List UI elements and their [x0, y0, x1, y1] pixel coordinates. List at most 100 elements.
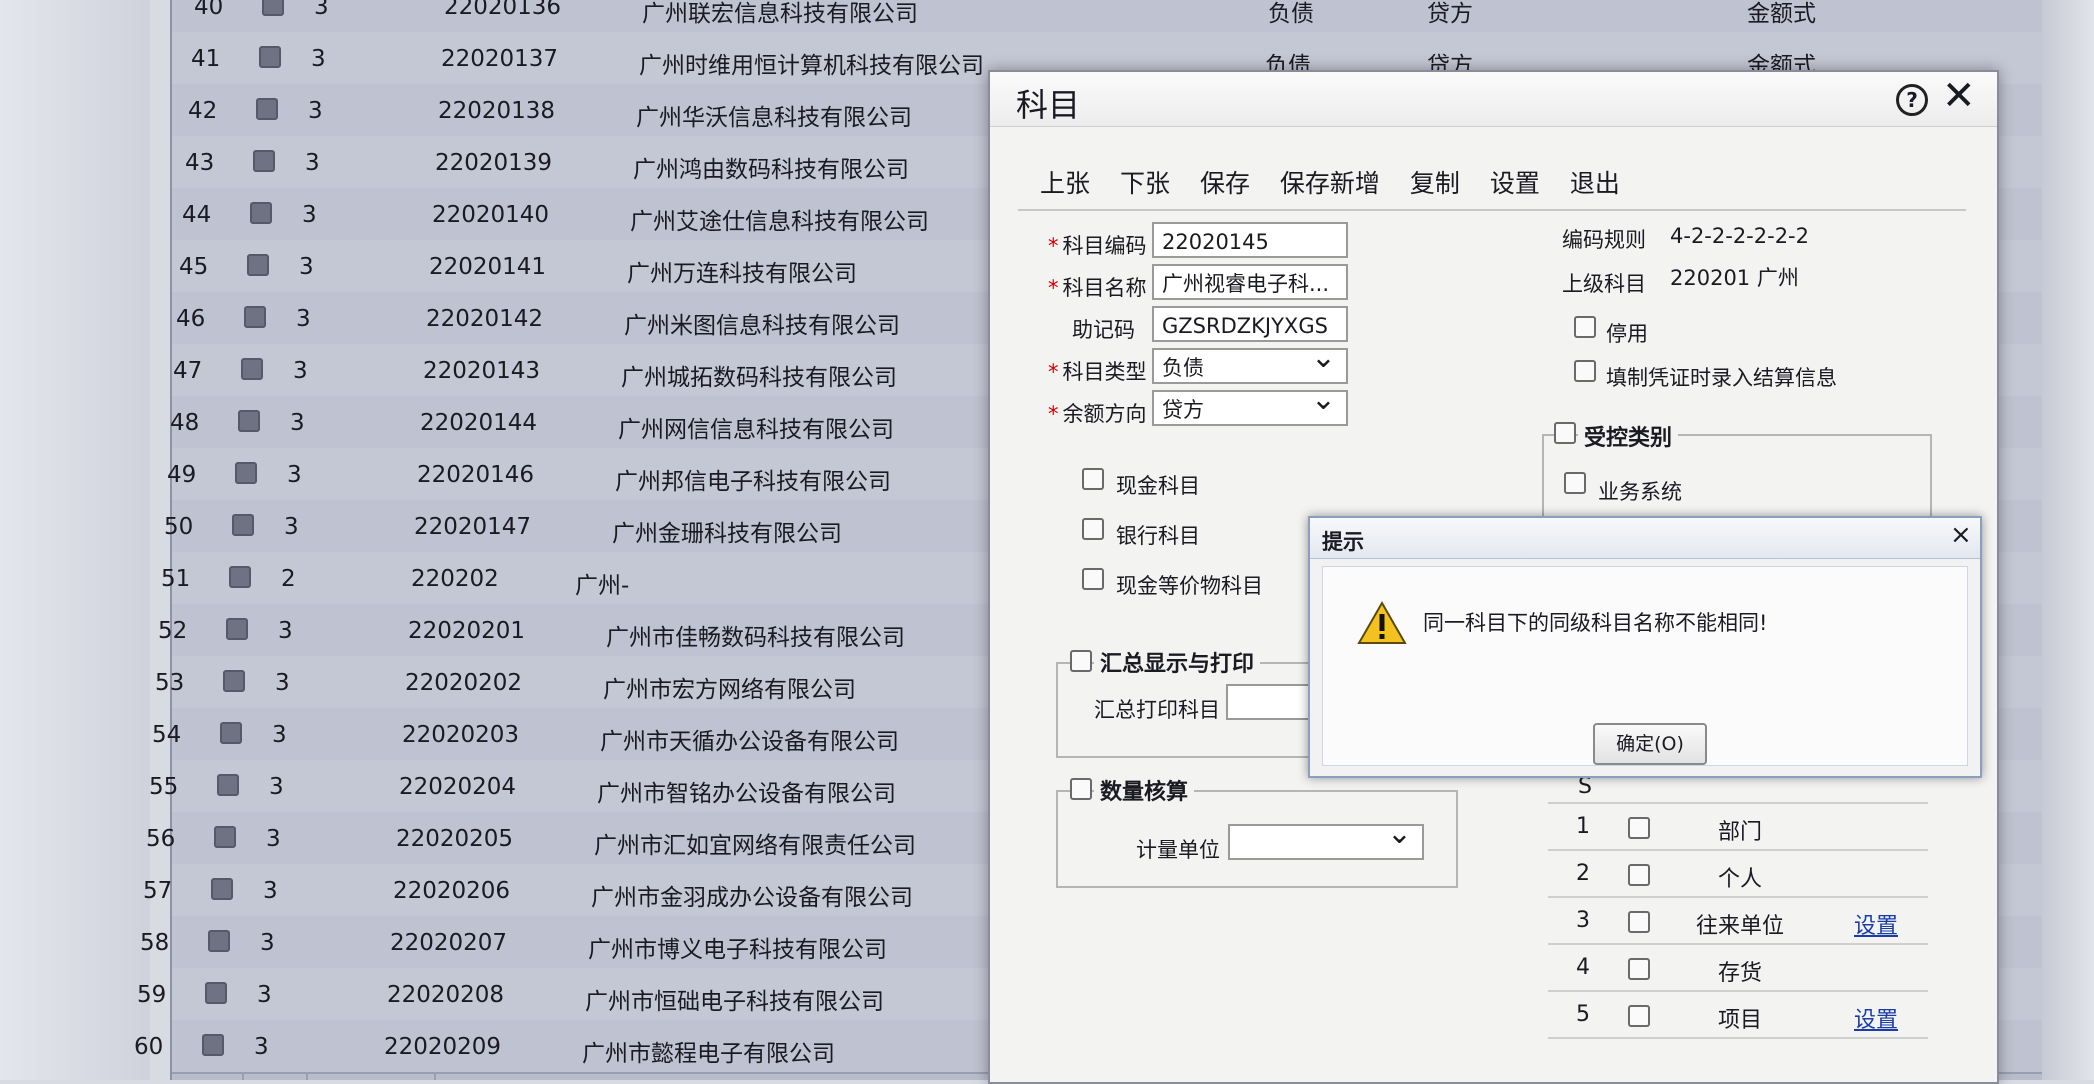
menu-save[interactable]: 保存: [1200, 169, 1250, 198]
row-name: 广州市天循办公设备有限公司: [600, 729, 899, 755]
summary-checkbox[interactable]: [1070, 650, 1092, 672]
row-number: 52: [158, 618, 188, 644]
aux-name: 部门: [1718, 820, 1763, 845]
row-name: 广州市汇如宜网络有限责任公司: [594, 833, 916, 859]
background-left: [0, 0, 150, 1080]
bank-checkbox[interactable]: [1082, 518, 1104, 540]
row-checkbox[interactable]: [250, 202, 272, 224]
disabled-label: 停用: [1606, 322, 1648, 346]
aux-checkbox[interactable]: [1628, 911, 1650, 933]
row-code: 22020139: [435, 150, 553, 176]
row-checkbox[interactable]: [247, 254, 269, 276]
row-checkbox[interactable]: [208, 930, 230, 952]
aux-row[interactable]: 1 部门: [1548, 804, 1928, 851]
row-number: 50: [164, 514, 194, 540]
close-icon[interactable]: ✕: [1942, 74, 1976, 118]
alert-close-icon[interactable]: ×: [1950, 520, 1972, 550]
menu-settings[interactable]: 设置: [1490, 169, 1540, 198]
row-checkbox[interactable]: [220, 722, 242, 744]
menu-copy[interactable]: 复制: [1410, 169, 1460, 198]
table-row[interactable]: 40 3 22020136 广州联宏信息科技有限公司 负债 贷方 金额式: [172, 0, 2042, 34]
aux-checkbox[interactable]: [1628, 817, 1650, 839]
row-level: 3: [260, 930, 275, 956]
business-checkbox[interactable]: [1564, 472, 1586, 494]
aux-row[interactable]: 4 存货: [1548, 945, 1928, 992]
help-icon[interactable]: ?: [1896, 84, 1928, 116]
type-select[interactable]: 负债: [1152, 348, 1348, 384]
aux-setting-link[interactable]: 设置: [1854, 908, 1898, 940]
menu-prev[interactable]: 上张: [1040, 169, 1090, 198]
row-level: 3: [266, 826, 281, 852]
row-checkbox[interactable]: [253, 150, 275, 172]
row-level: 3: [314, 0, 329, 20]
settle-checkbox[interactable]: [1574, 360, 1596, 382]
alert-body: 同一科目下的同级科目名称不能相同! 确定(O): [1322, 566, 1968, 766]
row-code: 22020144: [420, 410, 538, 436]
alert-dialog: 提示 × 同一科目下的同级科目名称不能相同! 确定(O): [1308, 516, 1982, 778]
parent-label: 上级科目: [1562, 272, 1646, 296]
code-label: 科目编码: [1048, 230, 1147, 260]
row-checkbox[interactable]: [256, 98, 278, 120]
row-name: 广州鸿由数码科技有限公司: [633, 157, 909, 183]
aux-checkbox[interactable]: [1628, 864, 1650, 886]
ok-button[interactable]: 确定(O): [1593, 723, 1707, 765]
aux-row[interactable]: 5 项目 设置: [1548, 992, 1928, 1039]
row-number: 41: [191, 46, 221, 72]
aux-row[interactable]: 3 往来单位 设置: [1548, 898, 1928, 945]
code-field[interactable]: 22020145: [1152, 222, 1348, 258]
row-name: 广州邦信电子科技有限公司: [615, 469, 891, 495]
name-label: 科目名称: [1048, 272, 1147, 302]
aux-number: 4: [1576, 955, 1590, 980]
row-checkbox[interactable]: [238, 410, 260, 432]
name-field[interactable]: 广州视睿电子科...: [1152, 264, 1348, 300]
row-checkbox[interactable]: [259, 46, 281, 68]
dialog-title: 科目: [1016, 86, 1081, 124]
aux-checkbox[interactable]: [1628, 1005, 1650, 1027]
mnemonic-field[interactable]: GZSRDZKJYXGS: [1152, 306, 1348, 342]
row-name: 广州市恒础电子科技有限公司: [585, 989, 884, 1015]
controlled-checkbox[interactable]: [1554, 422, 1576, 444]
toolbar-divider: [1018, 209, 1966, 211]
business-label: 业务系统: [1598, 480, 1682, 504]
row-checkbox[interactable]: [211, 878, 233, 900]
row-code: 22020141: [429, 254, 547, 280]
cash-checkbox[interactable]: [1082, 468, 1104, 490]
disabled-checkbox[interactable]: [1574, 316, 1596, 338]
aux-name: 存货: [1718, 961, 1763, 986]
row-checkbox[interactable]: [232, 514, 254, 536]
row-number: 59: [137, 982, 167, 1008]
row-checkbox[interactable]: [244, 306, 266, 328]
aux-row[interactable]: 2 个人: [1548, 851, 1928, 898]
row-checkbox[interactable]: [202, 1034, 224, 1056]
summary-print-field[interactable]: [1226, 684, 1316, 720]
aux-setting-link[interactable]: 设置: [1854, 1002, 1898, 1034]
cash-equiv-checkbox[interactable]: [1082, 568, 1104, 590]
menu-next[interactable]: 下张: [1120, 169, 1170, 198]
row-checkbox[interactable]: [223, 670, 245, 692]
row-checkbox[interactable]: [214, 826, 236, 848]
row-name: 广州万连科技有限公司: [627, 261, 857, 287]
row-checkbox[interactable]: [241, 358, 263, 380]
row-format: 金额式: [1747, 1, 1816, 27]
row-checkbox[interactable]: [229, 566, 251, 588]
row-checkbox[interactable]: [226, 618, 248, 640]
row-checkbox[interactable]: [205, 982, 227, 1004]
row-checkbox[interactable]: [262, 0, 284, 16]
aux-number: 1: [1576, 814, 1590, 839]
row-checkbox[interactable]: [235, 462, 257, 484]
row-name: 广州艾途仕信息科技有限公司: [630, 209, 929, 235]
aux-checkbox[interactable]: [1628, 958, 1650, 980]
row-level: 3: [263, 878, 278, 904]
row-checkbox[interactable]: [217, 774, 239, 796]
row-number: 40: [194, 0, 224, 20]
menu-exit[interactable]: 退出: [1570, 169, 1620, 198]
menu-save-new[interactable]: 保存新增: [1280, 169, 1380, 198]
qty-checkbox[interactable]: [1070, 778, 1092, 800]
direction-select[interactable]: 贷方: [1152, 390, 1348, 426]
unit-select[interactable]: [1228, 824, 1424, 860]
warning-icon: [1357, 601, 1407, 644]
row-name: 广州市懿程电子有限公司: [582, 1041, 835, 1067]
row-code: 220202: [411, 566, 499, 592]
row-code: 22020137: [441, 46, 559, 72]
aux-number: 3: [1576, 908, 1590, 933]
